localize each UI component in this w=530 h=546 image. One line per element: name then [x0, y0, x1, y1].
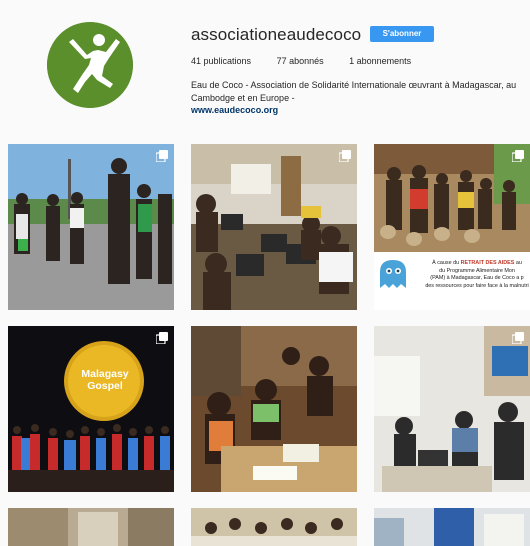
- multiple-photos-icon: [512, 150, 524, 162]
- post-image-classroom-meeting: [374, 326, 530, 492]
- infographic-text-d: du Programme Alimentaire Mon: [439, 267, 515, 274]
- post-tile-4[interactable]: Malagasy Gospel: [8, 326, 174, 492]
- ghost-mascot-icon: [380, 260, 406, 288]
- multiple-photos-icon: [156, 150, 168, 162]
- post-tile-5[interactable]: [191, 326, 357, 492]
- post-image-computer-room: [191, 144, 357, 310]
- profile-stats: 41 publications 77 abonnés 1 abonnements: [191, 56, 434, 66]
- profile-bio: Eau de Coco - Association de Solidarité …: [191, 79, 526, 117]
- post-image-children-studying: [191, 326, 357, 492]
- bio-text: Eau de Coco - Association de Solidarité …: [191, 80, 517, 103]
- post-image-group-photo: [191, 508, 357, 546]
- infographic-text-f: des ressources pour faire face à la maln…: [425, 282, 529, 289]
- post-image-football: [8, 144, 174, 310]
- post-tile-3[interactable]: À cause du RETRAIT DES AIDES au du Progr…: [374, 144, 530, 310]
- infographic-text-a: À cause du: [432, 260, 461, 266]
- multiple-photos-icon: [156, 332, 168, 344]
- post-image-stone-wall: [8, 508, 174, 546]
- post-tile-6[interactable]: [374, 326, 530, 492]
- person-jumping-icon: [47, 22, 133, 108]
- infographic-text-c: au: [514, 260, 522, 266]
- infographic-text-highlight: RETRAIT DES AIDES: [460, 260, 515, 266]
- post-image-gospel-concert: [8, 326, 174, 492]
- website-link[interactable]: www.eaudecoco.org: [191, 104, 526, 117]
- gospel-overlay-title: Malagasy Gospel: [81, 368, 129, 392]
- posts-count: 41 publications: [191, 56, 252, 66]
- follow-button[interactable]: S'abonner: [370, 26, 434, 42]
- post-tile-1[interactable]: [8, 144, 174, 310]
- post-tile-8[interactable]: [191, 508, 357, 546]
- multiple-photos-icon: [512, 332, 524, 344]
- profile-username: associationeaudecoco: [191, 25, 362, 44]
- post-tile-9[interactable]: [374, 508, 530, 546]
- infographic-banner: À cause du RETRAIT DES AIDES au du Progr…: [374, 252, 530, 310]
- post-tile-2[interactable]: [191, 144, 357, 310]
- post-tile-7[interactable]: [8, 508, 174, 546]
- infographic-text: À cause du RETRAIT DES AIDES au du Progr…: [414, 260, 530, 290]
- followers-count[interactable]: 77 abonnés: [277, 56, 324, 66]
- multiple-photos-icon: [339, 150, 351, 162]
- infographic-text-e: (PAM) à Madagascar, Eau de Coco a p: [430, 275, 524, 281]
- profile-avatar[interactable]: [47, 22, 133, 108]
- following-count[interactable]: 1 abonnements: [349, 56, 411, 66]
- post-image-blue-building: [374, 508, 530, 546]
